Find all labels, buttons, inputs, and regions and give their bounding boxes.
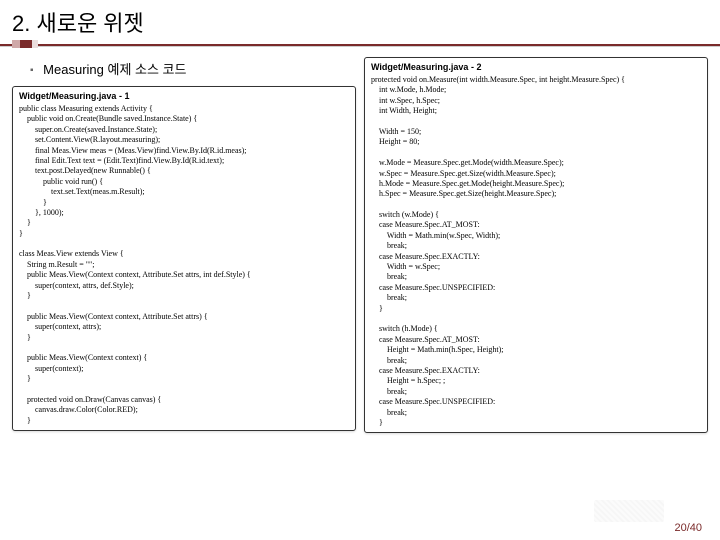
code-block-right: protected void on.Measure(int width.Meas… bbox=[371, 75, 701, 428]
bullet-icon: ▪ bbox=[30, 65, 34, 76]
code-panel-left: Widget/Measuring.java - 1 public class M… bbox=[12, 86, 356, 431]
section-subhead: ▪ Measuring 예제 소스 코드 bbox=[12, 55, 356, 86]
code-caption-right: Widget/Measuring.java - 2 bbox=[371, 62, 701, 75]
code-caption-left: Widget/Measuring.java - 1 bbox=[19, 91, 349, 104]
page-number: 20/40 bbox=[674, 522, 702, 534]
footer-decoration bbox=[594, 500, 664, 522]
subhead-text: Measuring 예제 소스 코드 bbox=[43, 62, 186, 77]
code-panel-right: Widget/Measuring.java - 2 protected void… bbox=[364, 57, 708, 433]
slide-title: 2. 새로운 위젯 bbox=[12, 6, 708, 38]
accent-block bbox=[12, 40, 38, 48]
code-block-left: public class Measuring extends Activity … bbox=[19, 104, 349, 426]
